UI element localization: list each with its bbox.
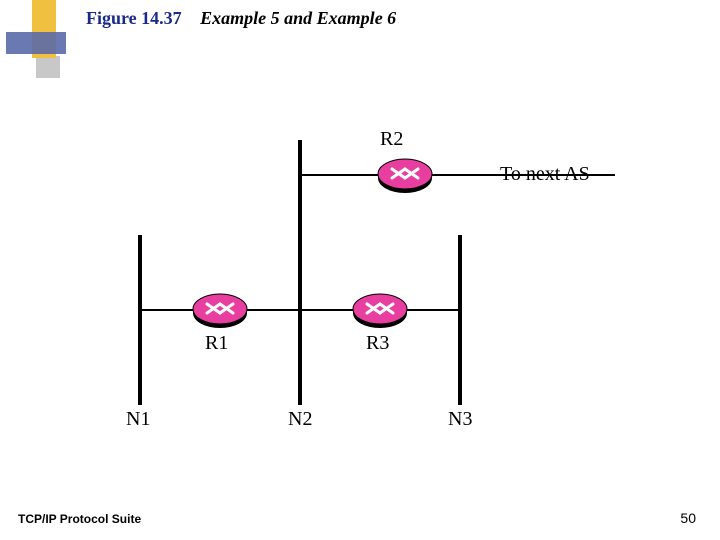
slide: Figure 14.37 Example 5 and Example 6	[0, 0, 720, 540]
page-number: 50	[680, 510, 696, 526]
annotation-next-as: To next AS	[500, 163, 590, 186]
router-label-r2: R2	[380, 128, 403, 151]
network-diagram	[0, 0, 720, 540]
router-icon	[190, 291, 250, 331]
footer-text: TCP/IP Protocol Suite	[18, 512, 141, 526]
network-label-n3: N3	[448, 408, 472, 431]
network-label-n2: N2	[288, 408, 312, 431]
network-label-n1: N1	[126, 408, 150, 431]
router-icon	[350, 291, 410, 331]
router-icon	[375, 156, 435, 196]
router-label-r3: R3	[366, 332, 389, 355]
router-label-r1: R1	[205, 332, 228, 355]
